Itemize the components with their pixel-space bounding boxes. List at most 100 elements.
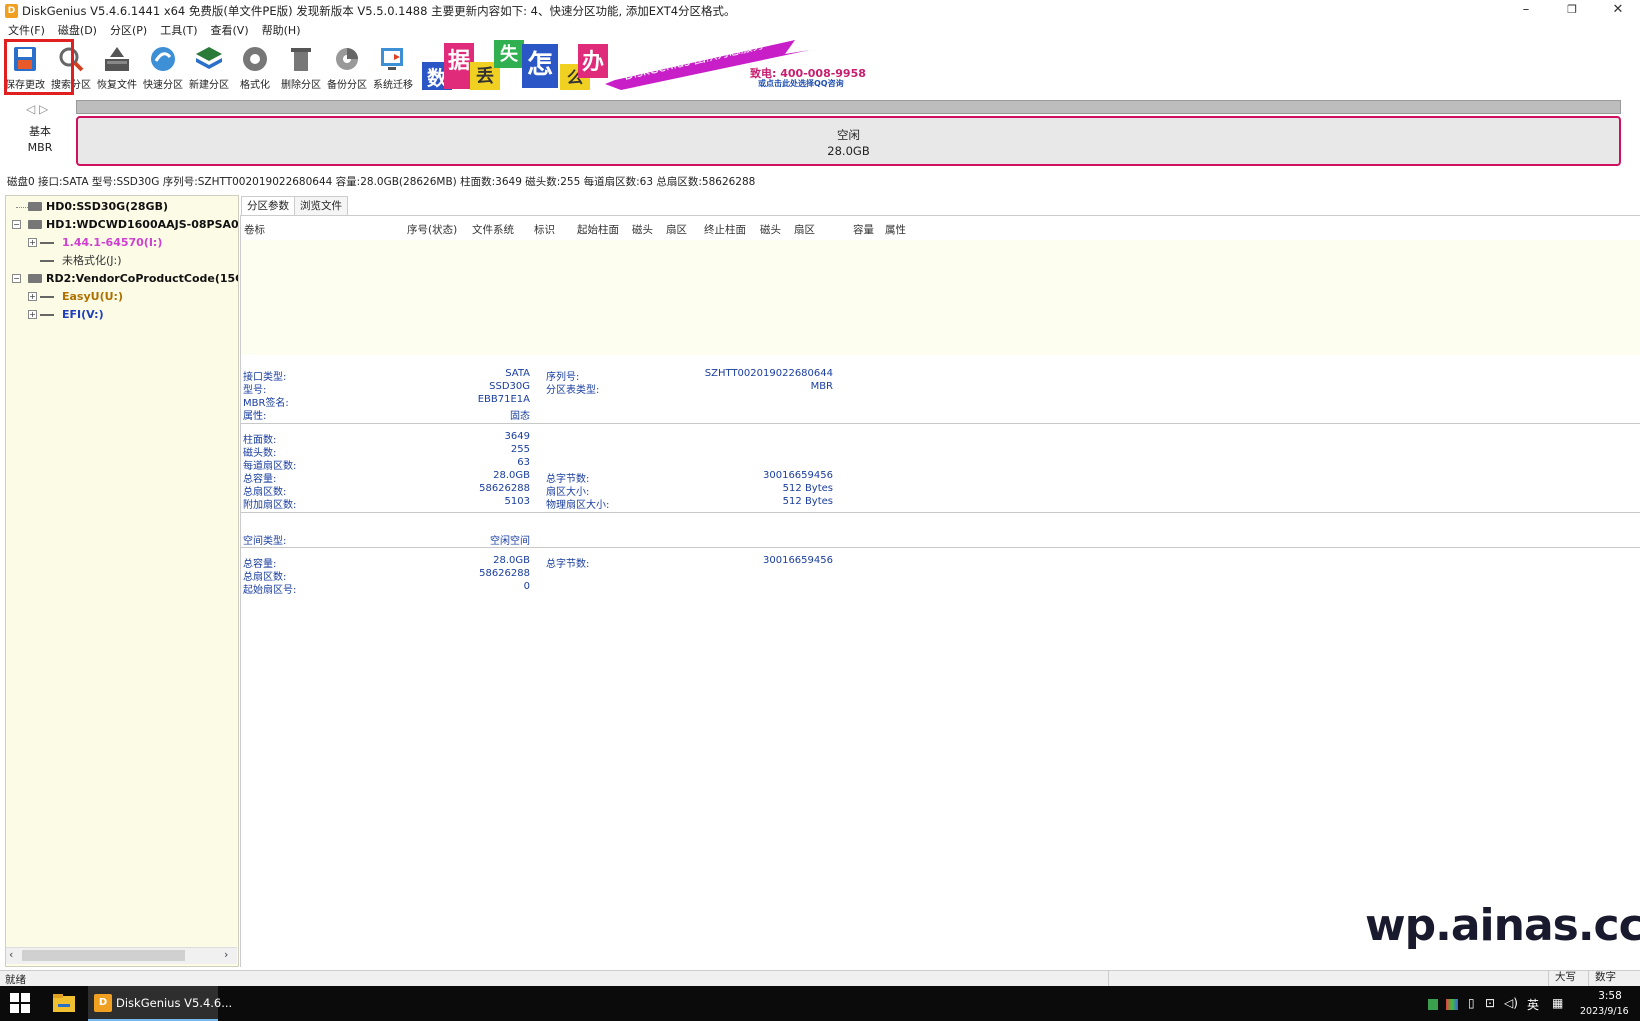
tree-item-hd1[interactable]: − HD1:WDCWD1600AAJS-08PSA0(1· [6,216,238,234]
col-start-cylinder[interactable]: 起始柱面 [577,222,619,237]
tree-item-partition-v[interactable]: + EFI(V:) [6,306,236,324]
tray-app-icon[interactable] [1428,999,1438,1010]
network-icon[interactable]: ⊡ [1485,996,1495,1010]
model-value: SSD30G [489,381,530,392]
collapse-icon[interactable]: − [12,274,21,283]
separator [241,512,1640,513]
space-type-label: 空间类型: [243,536,287,547]
format-button[interactable]: 格式化 [232,42,278,92]
col-id[interactable]: 标识 [534,222,555,237]
keyboard-icon[interactable]: ▦ [1552,996,1563,1010]
total-capacity-value: 28.0GB [493,470,530,481]
disk-type: 基本 MBR [27,125,53,154]
scroll-left-icon[interactable]: ‹ [9,948,13,961]
partition-table-type-label: 分区表类型: [546,385,600,396]
menu-tools[interactable]: 工具(T) [152,22,202,40]
physical-sector-size-value: 512 Bytes [782,496,833,507]
clock-date[interactable]: 2023/9/16 [1580,1006,1629,1017]
col-end-cylinder[interactable]: 终止柱面 [704,222,746,237]
restore-button[interactable]: ❐ [1549,0,1595,22]
col-volume-label[interactable]: 卷标 [244,222,265,237]
total-bytes-value: 30016659456 [763,470,833,481]
separator [241,423,1640,424]
taskbar [0,986,1640,1021]
disk-icon [28,274,42,283]
menu-partition[interactable]: 分区(P) [102,22,152,40]
tab-browse-files[interactable]: 浏览文件 [294,196,348,215]
free-total-bytes-label: 总字节数: [546,559,590,570]
expand-icon[interactable]: + [28,292,37,301]
taskbar-app-label: DiskGenius V5.4.6... [116,996,233,1010]
col-end-sector[interactable]: 扇区 [794,222,815,237]
free-space-block[interactable]: 空闲 28.0GB [76,116,1621,166]
interface-type-value: SATA [505,368,530,379]
tab-partition-params[interactable]: 分区参数 [241,196,295,215]
tree-item-partition-j[interactable]: 未格式化(J:) [6,252,236,270]
tree-scroll-thumb[interactable] [22,950,185,961]
banner-char-7: 办 [578,44,608,78]
disk-icon [28,220,42,229]
menu-help[interactable]: 帮助(H) [254,22,306,40]
backup-partition-button[interactable]: 备份分区 [324,42,370,92]
expand-icon[interactable]: + [28,238,37,247]
attribute-label: 属性: [243,411,267,422]
tree-item-rd2[interactable]: − RD2:VendorCoProductCode(15GB [6,270,238,288]
col-end-head[interactable]: 磁头 [760,222,781,237]
delete-partition-button[interactable]: 删除分区 [278,42,324,92]
partition-list[interactable] [241,240,1640,355]
disk-nav-arrows[interactable]: ◁ ▷ [26,102,48,116]
cylinders-value: 3649 [504,431,530,442]
recover-file-icon [102,44,132,74]
usb-icon[interactable]: ▯ [1468,996,1475,1010]
extra-sectors-value: 5103 [504,496,530,507]
minimize-button[interactable]: – [1503,0,1549,22]
col-index[interactable]: 序号(状态) [407,222,457,237]
system-migration-button[interactable]: 系统迁移 [370,42,416,92]
start-sector-value: 0 [523,581,530,592]
scroll-right-icon[interactable]: › [224,948,228,961]
new-partition-icon [194,44,224,74]
windows-start-icon[interactable] [10,993,30,1013]
tray-color-icon[interactable] [1446,999,1458,1010]
physical-sector-size-label: 物理扇区大小: [546,500,610,511]
menu-disk[interactable]: 磁盘(D) [50,22,102,40]
clock-time[interactable]: 3:58 [1595,990,1625,1002]
tree-item-partition-u[interactable]: + EasyU(U:) [6,288,236,306]
free-total-bytes-value: 30016659456 [763,555,833,566]
disk-icon [28,202,42,211]
expand-icon[interactable]: + [28,310,37,319]
banner-char-5: 怎 [522,44,558,88]
migrate-system-icon [378,44,408,74]
col-capacity[interactable]: 容量 [853,222,874,237]
close-button[interactable]: ✕ [1595,0,1640,22]
quick-partition-button[interactable]: 快速分区 [140,42,186,92]
partition-icon [40,260,54,262]
new-partition-button[interactable]: 新建分区 [186,42,232,92]
col-attributes[interactable]: 属性 [885,222,906,237]
tree-item-partition-i[interactable]: + 1.44.1-64570(I:) [6,234,236,252]
save-button-highlight [4,39,74,95]
quick-partition-icon [148,44,178,74]
disk-usage-bar [76,100,1621,114]
format-icon [240,44,270,74]
extra-sectors-label: 附加扇区数: [243,500,297,511]
col-start-sector[interactable]: 扇区 [666,222,687,237]
banner-qq-link[interactable]: 或点击此处选择QQ咨询 [758,78,844,89]
collapse-icon[interactable]: − [12,220,21,229]
menu-view[interactable]: 查看(V) [203,22,254,40]
volume-icon[interactable]: ◁) [1504,996,1518,1010]
delete-partition-icon [286,44,316,74]
diskgenius-taskbar-icon: D [94,994,112,1012]
partition-icon [40,314,54,316]
col-start-head[interactable]: 磁头 [632,222,653,237]
menu-file[interactable]: 文件(F) [0,22,50,40]
sectors-per-track-value: 63 [517,457,530,468]
col-filesystem[interactable]: 文件系统 [472,222,514,237]
recover-file-button[interactable]: 恢复文件 [94,42,140,92]
ime-indicator[interactable]: 英 [1527,996,1539,1013]
heads-value: 255 [510,444,530,455]
tree-item-hd0[interactable]: HD0:SSD30G(28GB) [6,198,236,216]
window-title: DiskGenius V5.4.6.1441 x64 免费版(单文件PE版) 发… [22,4,736,18]
num-indicator: 数字 [1588,970,1640,986]
file-explorer-icon[interactable] [52,992,76,1014]
